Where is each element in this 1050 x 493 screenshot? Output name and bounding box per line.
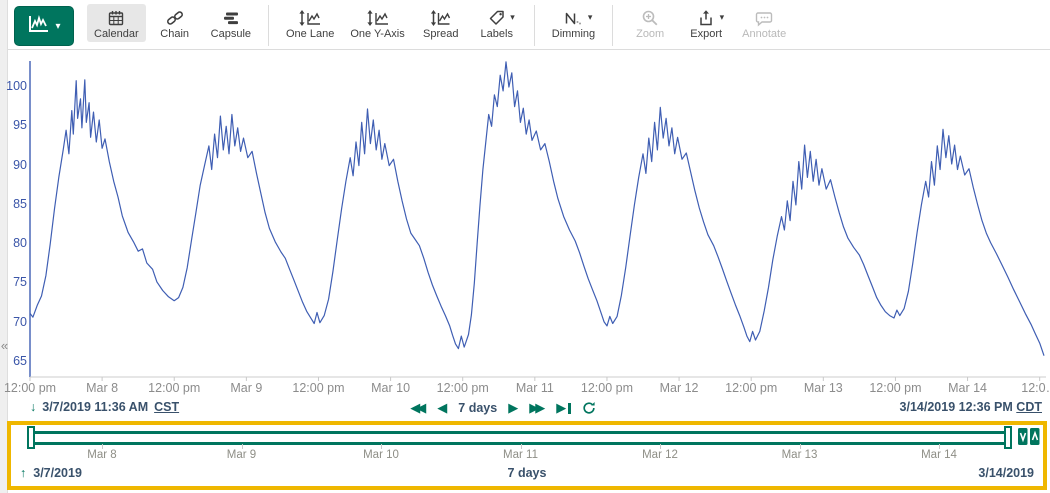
scrubber-day-label: Mar 8 [87, 449, 116, 461]
x-tick-label: 12:00 pm [581, 381, 633, 395]
y-tick-label: 65 [0, 354, 27, 368]
skip-back-button[interactable]: ◀◀ [410, 398, 426, 418]
range-handle-left[interactable] [27, 426, 35, 449]
range-start-arrow-icon: ↓ [30, 400, 36, 414]
auto-update-button[interactable] [582, 401, 596, 415]
display-range-row: ↓ 3/7/2019 11:36 AM CST ◀◀ ◀ 7 days ▶ ▶▶… [0, 398, 1050, 420]
chart-plot-area[interactable] [30, 60, 1044, 377]
x-tick-label: Mar 13 [804, 381, 843, 395]
scrubber-end-date: 3/14/2019 [978, 466, 1034, 480]
range-navigation: ◀◀ ◀ 7 days ▶ ▶▶ ▶ [398, 398, 608, 418]
scrubber-duration: 7 days [11, 466, 1043, 480]
timezone-link-end[interactable]: CDT [1016, 400, 1042, 414]
trend-analysis-view: « ▾ Calendar Chain Capsule [0, 0, 1050, 493]
y-tick-label: 80 [0, 236, 27, 250]
y-tick-label: 75 [0, 275, 27, 289]
x-tick-label: 12:00 pm [869, 381, 921, 395]
y-tick-label: 70 [0, 315, 27, 329]
range-handle-right[interactable] [1004, 426, 1012, 449]
scrubber-day-label: Mar 11 [503, 449, 538, 461]
x-tick-label: 12:00 pm [4, 381, 56, 395]
step-forward-button[interactable]: ▶ [508, 398, 518, 418]
x-tick-label: Mar 9 [230, 381, 262, 395]
x-tick-label: 12:00 pm [437, 381, 489, 395]
scrubber-day-label: Mar 13 [782, 449, 818, 461]
expand-range-handles-icon[interactable] [1018, 428, 1040, 445]
display-range-end-date: 3/14/2019 12:36 PM [900, 400, 1013, 414]
x-tick-label: Mar 14 [948, 381, 987, 395]
y-tick-label: 100 [0, 79, 27, 93]
scrubber-day-label: Mar 10 [363, 449, 399, 461]
investigate-range-panel: Mar 8 Mar 9 Mar 10 Mar 11 Mar 12 Mar 13 Mar 14… [7, 421, 1047, 490]
x-tick-label: 12:0… [1021, 381, 1050, 395]
timezone-link-start[interactable]: CST [154, 400, 179, 414]
x-tick-label: 12:00 pm [725, 381, 777, 395]
step-to-now-button[interactable]: ▶ [556, 398, 571, 418]
x-tick-label: Mar 8 [86, 381, 118, 395]
skip-forward-button[interactable]: ▶▶ [529, 398, 545, 418]
refresh-icon [582, 401, 596, 415]
x-tick-label: 12:00 pm [292, 381, 344, 395]
y-tick-label: 90 [0, 158, 27, 172]
range-selector-rail[interactable] [33, 431, 1009, 445]
end-bar [568, 403, 571, 414]
x-tick-label: 12:00 pm [148, 381, 200, 395]
y-tick-label: 85 [0, 197, 27, 211]
x-tick-label: Mar 12 [660, 381, 699, 395]
step-back-button[interactable]: ◀ [437, 398, 447, 418]
scrubber-day-label: Mar 9 [227, 449, 256, 461]
display-range-start-date: 3/7/2019 11:36 AM [42, 400, 148, 414]
display-range-duration[interactable]: 7 days [458, 401, 497, 415]
scrubber-day-label: Mar 14 [921, 449, 957, 461]
x-tick-label: Mar 11 [516, 381, 554, 395]
y-tick-label: 95 [0, 118, 27, 132]
display-range-end: 3/14/2019 12:36 PM CDT [900, 400, 1042, 414]
display-range-start: ↓ 3/7/2019 11:36 AM CST [30, 400, 179, 414]
scrubber-bottom-row: ↑ 3/7/2019 7 days 3/14/2019 [11, 466, 1043, 484]
x-tick-label: Mar 10 [371, 381, 410, 395]
scrubber-day-label: Mar 12 [642, 449, 678, 461]
